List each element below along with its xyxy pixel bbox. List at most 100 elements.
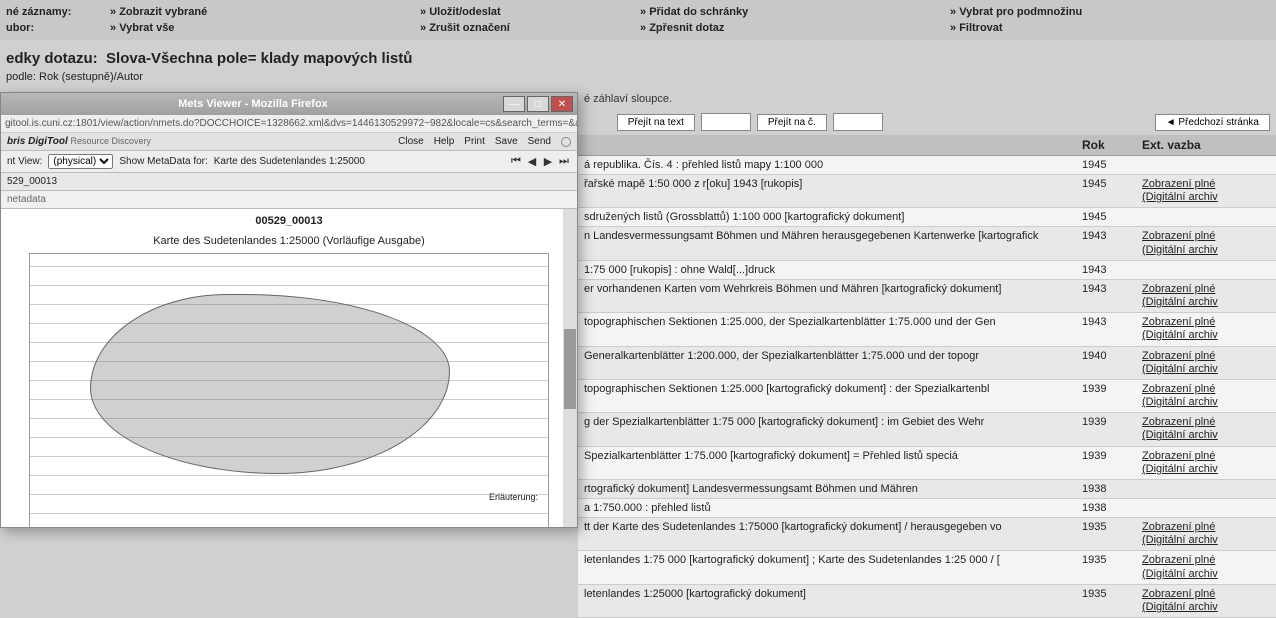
row-ext: Zobrazení plné(Digitální archiv (1136, 446, 1276, 479)
row-year: 1943 (1076, 260, 1136, 279)
id-bar: 529_00013 (1, 173, 577, 191)
table-row[interactable]: g der Spezialkartenblätter 1:75 000 [kar… (578, 413, 1276, 446)
goto-number-input[interactable] (833, 113, 883, 131)
link-add-clipboard[interactable]: Přidat do schránky (640, 6, 748, 18)
col-ext[interactable]: Ext. vazba (1136, 135, 1276, 156)
table-row[interactable]: Spezialkartenblätter 1:75.000 [kartograf… (578, 446, 1276, 479)
ext-link-full[interactable]: Zobrazení plné (1142, 450, 1270, 463)
row-title: Generalkartenblätter 1:200.000, der Spez… (578, 346, 1076, 379)
row-year: 1945 (1076, 208, 1136, 227)
row-ext: Zobrazení plné(Digitální archiv (1136, 227, 1276, 260)
goto-number-button[interactable]: Přejít na č. (757, 114, 827, 131)
close-button[interactable]: ✕ (551, 96, 573, 112)
viewer-send-link[interactable]: Send (528, 136, 551, 147)
map-legend-label: Erläuterung: (489, 492, 538, 502)
row-ext: Zobrazení plné(Digitální archiv (1136, 346, 1276, 379)
pager-last-icon[interactable]: ⏭ (557, 155, 571, 169)
viewer-save-link[interactable]: Save (495, 136, 518, 147)
row-year: 1939 (1076, 379, 1136, 412)
ext-link-archive[interactable]: (Digitální archiv (1142, 601, 1270, 614)
ext-link-full[interactable]: Zobrazení plné (1142, 316, 1270, 329)
link-refine-query[interactable]: Zpřesnit dotaz (640, 22, 724, 34)
viewer-print-link[interactable]: Print (464, 136, 485, 147)
row-ext: Zobrazení plné(Digitální archiv (1136, 379, 1276, 412)
metadata-for-label: Show MetaData for: (119, 156, 207, 167)
link-save-send[interactable]: Uložit/odeslat (420, 6, 501, 18)
ext-link-archive[interactable]: (Digitální archiv (1142, 244, 1270, 257)
table-row[interactable]: a 1:750.000 : přehled listů1938 (578, 499, 1276, 518)
col-year[interactable]: Rok (1076, 135, 1136, 156)
ext-link-full[interactable]: Zobrazení plné (1142, 416, 1270, 429)
table-row[interactable]: topographischen Sektionen 1:25.000 [kart… (578, 379, 1276, 412)
table-row[interactable]: sdružených listů (Grossblattů) 1:100 000… (578, 208, 1276, 227)
url-bar[interactable]: gitool.is.cuni.cz:1801/view/action/nmets… (1, 115, 577, 133)
ext-link-archive[interactable]: (Digitální archiv (1142, 568, 1270, 581)
row-title: topographischen Sektionen 1:25.000 [kart… (578, 379, 1076, 412)
table-row[interactable]: letenlandes 1:25000 [kartografický dokum… (578, 584, 1276, 617)
row-year: 1935 (1076, 584, 1136, 617)
col-title[interactable] (578, 135, 1076, 156)
ext-link-archive[interactable]: (Digitální archiv (1142, 296, 1270, 309)
table-row[interactable]: řařské mapě 1:50 000 z r[oku] 1943 [ruko… (578, 175, 1276, 208)
table-row[interactable]: rtografický dokument] Landesvermessungsa… (578, 480, 1276, 499)
table-row[interactable]: 1:75 000 [rukopis] : ohne Wald[...]druck… (578, 260, 1276, 279)
row-title: n Landesvermessungsamt Böhmen und Mähren… (578, 227, 1076, 260)
window-title: Mets Viewer - Mozilla Firefox (5, 98, 501, 110)
maximize-button[interactable]: □ (527, 96, 549, 112)
table-row[interactable]: n Landesvermessungsamt Böhmen und Mähren… (578, 227, 1276, 260)
status-dot-icon (561, 137, 571, 147)
row-year: 1935 (1076, 518, 1136, 551)
map-caption: Karte des Sudetenlandes 1:25000 (Vorläuf… (1, 233, 577, 249)
ext-link-archive[interactable]: (Digitální archiv (1142, 329, 1270, 342)
records-label: né záznamy: (0, 4, 100, 20)
pager: ⏮ ◀ ▶ ⏭ (509, 155, 571, 169)
row-ext: Zobrazení plné(Digitální archiv (1136, 518, 1276, 551)
ext-link-archive[interactable]: (Digitální archiv (1142, 191, 1270, 204)
ext-link-full[interactable]: Zobrazení plné (1142, 383, 1270, 396)
ext-link-full[interactable]: Zobrazení plné (1142, 554, 1270, 567)
ext-link-archive[interactable]: (Digitální archiv (1142, 534, 1270, 547)
table-row[interactable]: topographischen Sektionen 1:25.000, der … (578, 313, 1276, 346)
meta-bar: netadata (1, 191, 577, 209)
link-deselect[interactable]: Zrušit označení (420, 22, 510, 34)
scrollbar-vertical[interactable] (563, 209, 577, 527)
goto-text-input[interactable] (701, 113, 751, 131)
scrollbar-thumb[interactable] (564, 329, 576, 409)
pager-first-icon[interactable]: ⏮ (509, 155, 523, 169)
ext-link-full[interactable]: Zobrazení plné (1142, 350, 1270, 363)
table-row[interactable]: tt der Karte des Sudetenlandes 1:75000 [… (578, 518, 1276, 551)
link-select-all[interactable]: Vybrat vše (110, 22, 174, 34)
table-row[interactable]: letenlandes 1:75 000 [kartografický doku… (578, 551, 1276, 584)
ext-link-archive[interactable]: (Digitální archiv (1142, 463, 1270, 476)
window-titlebar[interactable]: Mets Viewer - Mozilla Firefox — □ ✕ (1, 93, 577, 115)
ext-link-archive[interactable]: (Digitální archiv (1142, 363, 1270, 376)
link-show-selected[interactable]: Zobrazit vybrané (110, 6, 207, 18)
row-title: letenlandes 1:25000 [kartografický dokum… (578, 584, 1076, 617)
minimize-button[interactable]: — (503, 96, 525, 112)
table-row[interactable]: er vorhandenen Karten vom Wehrkreis Böhm… (578, 279, 1276, 312)
row-title: řařské mapě 1:50 000 z r[oku] 1943 [ruko… (578, 175, 1076, 208)
view-select[interactable]: (physical) (48, 154, 113, 169)
goto-text-button[interactable]: Přejít na text (617, 114, 695, 131)
document-area[interactable]: 00529_00013 Karte des Sudetenlandes 1:25… (1, 209, 577, 527)
row-year: 1939 (1076, 446, 1136, 479)
ext-link-full[interactable]: Zobrazení plné (1142, 178, 1270, 191)
ext-link-archive[interactable]: (Digitální archiv (1142, 429, 1270, 442)
ext-link-archive[interactable]: (Digitální archiv (1142, 396, 1270, 409)
row-year: 1943 (1076, 227, 1136, 260)
row-year: 1939 (1076, 413, 1136, 446)
pagination-row: Přejít na text Přejít na č. ◄ Předchozí … (578, 109, 1276, 135)
doc-id: 00529_00013 (1, 209, 577, 233)
link-filter[interactable]: Filtrovat (950, 22, 1003, 34)
ext-link-full[interactable]: Zobrazení plné (1142, 283, 1270, 296)
pager-next-icon[interactable]: ▶ (541, 155, 555, 169)
viewer-close-link[interactable]: Close (398, 136, 424, 147)
table-row[interactable]: á republika. Čís. 4 : přehled listů mapy… (578, 156, 1276, 175)
ext-link-full[interactable]: Zobrazení plné (1142, 230, 1270, 243)
link-select-subset[interactable]: Vybrat pro podmnožinu (950, 6, 1082, 18)
table-row[interactable]: Generalkartenblätter 1:200.000, der Spez… (578, 346, 1276, 379)
ext-link-full[interactable]: Zobrazení plné (1142, 588, 1270, 601)
prev-page-button[interactable]: ◄ Předchozí stránka (1155, 114, 1270, 131)
viewer-help-link[interactable]: Help (434, 136, 455, 147)
pager-prev-icon[interactable]: ◀ (525, 155, 539, 169)
